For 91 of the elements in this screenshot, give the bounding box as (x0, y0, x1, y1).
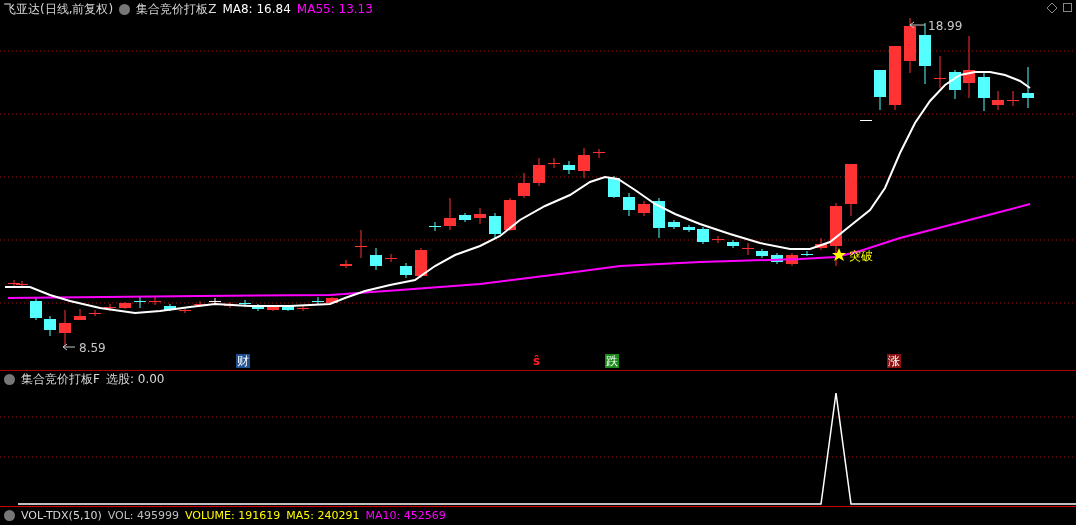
candlestick (119, 301, 131, 310)
indicator-reading: VOLUME: 191619 (185, 509, 281, 522)
indicator-reading: MA5: 240291 (286, 509, 360, 522)
dropdown-icon[interactable] (4, 373, 15, 385)
candlestick (845, 163, 857, 217)
indicator-reading: MA8: 16.84 (222, 2, 291, 16)
dropdown-icon[interactable] (4, 510, 15, 521)
candlestick (44, 315, 56, 337)
candlestick (415, 247, 427, 279)
candlestick (74, 308, 86, 321)
candlestick (489, 212, 501, 239)
candlestick (697, 226, 709, 245)
breakout-label: 突破 (849, 249, 873, 263)
candlestick (548, 157, 560, 169)
candlestick (370, 247, 382, 271)
candlestick (518, 172, 530, 199)
signal-marker: ŝ (532, 354, 542, 368)
candlestick (239, 299, 251, 308)
candlestick (889, 45, 901, 111)
candlestick (252, 303, 264, 312)
dropdown-icon[interactable] (119, 3, 131, 15)
candlestick (355, 229, 367, 259)
candlestick (756, 248, 768, 259)
star-icon (832, 248, 846, 261)
candlestick (771, 252, 783, 265)
candlestick (104, 303, 116, 312)
candlestick (1007, 90, 1019, 107)
candlestick (504, 197, 516, 232)
candlestick (340, 259, 352, 269)
candlestick (1022, 66, 1034, 109)
arrow-icon (909, 21, 926, 29)
candlestick (934, 55, 946, 89)
candlestick (727, 239, 739, 249)
candlestick (149, 296, 161, 306)
candlestick (533, 157, 545, 187)
arrow-icon (62, 343, 76, 351)
indicator-reading: 选股: 0.00 (105, 370, 165, 388)
candlestick (297, 305, 309, 312)
indicator-reading: MA55: 13.13 (296, 2, 373, 16)
candlestick (459, 212, 471, 223)
signal-marker: 跌 (605, 354, 619, 368)
candlestick (89, 309, 101, 317)
candlestick (638, 200, 650, 217)
candlestick (563, 160, 575, 175)
candlestick (578, 147, 590, 179)
candlestick (949, 69, 961, 100)
low-price-label: 8.59 (79, 341, 106, 355)
candlestick (59, 309, 71, 347)
high-price-label: 18.99 (928, 19, 963, 33)
candlestick (474, 207, 486, 225)
candlestick (978, 70, 990, 112)
candlestick (712, 235, 724, 244)
window-icon[interactable] (1063, 3, 1072, 12)
signal-marker: 财 (236, 354, 250, 368)
indicator-reading: MA10: 452569 (365, 509, 446, 522)
candlestick (860, 119, 872, 121)
candlestick (742, 242, 754, 256)
candlestick (904, 18, 916, 74)
candlestick (992, 90, 1004, 111)
signal-marker: 涨 (887, 354, 901, 368)
candlestick (179, 306, 191, 314)
candlestick (683, 224, 695, 233)
candlestick (134, 296, 146, 309)
candlestick (444, 197, 456, 231)
candlestick (209, 297, 221, 306)
indicator-name: VOL-TDX(5,10) (21, 509, 102, 522)
candlestick (164, 303, 176, 312)
candlestick (874, 69, 886, 111)
indicator-reading: VOL: 495999 (107, 509, 179, 522)
candlestick (786, 252, 798, 267)
candlestick (830, 202, 842, 267)
candlestick (312, 296, 324, 305)
candlestick (282, 304, 294, 312)
candlestick (326, 296, 338, 305)
indicator-name: 集合竞价打板Z (136, 0, 217, 18)
candlestick (400, 262, 412, 279)
candlestick (815, 237, 827, 251)
stock-title: 飞亚达(日线,前复权) (4, 0, 114, 18)
candlestick (623, 192, 635, 217)
candlestick (653, 197, 665, 239)
candlestick (668, 219, 680, 230)
candlestick (593, 148, 605, 159)
candlestick (963, 35, 975, 99)
candlestick (919, 22, 931, 85)
candlestick (429, 221, 441, 232)
candlestick (30, 297, 42, 321)
indicator-name: 集合竞价打板F (21, 370, 100, 388)
candlestick (801, 250, 813, 257)
candlestick (8, 279, 20, 288)
candlestick (385, 253, 397, 263)
diamond-icon[interactable] (1047, 3, 1057, 13)
